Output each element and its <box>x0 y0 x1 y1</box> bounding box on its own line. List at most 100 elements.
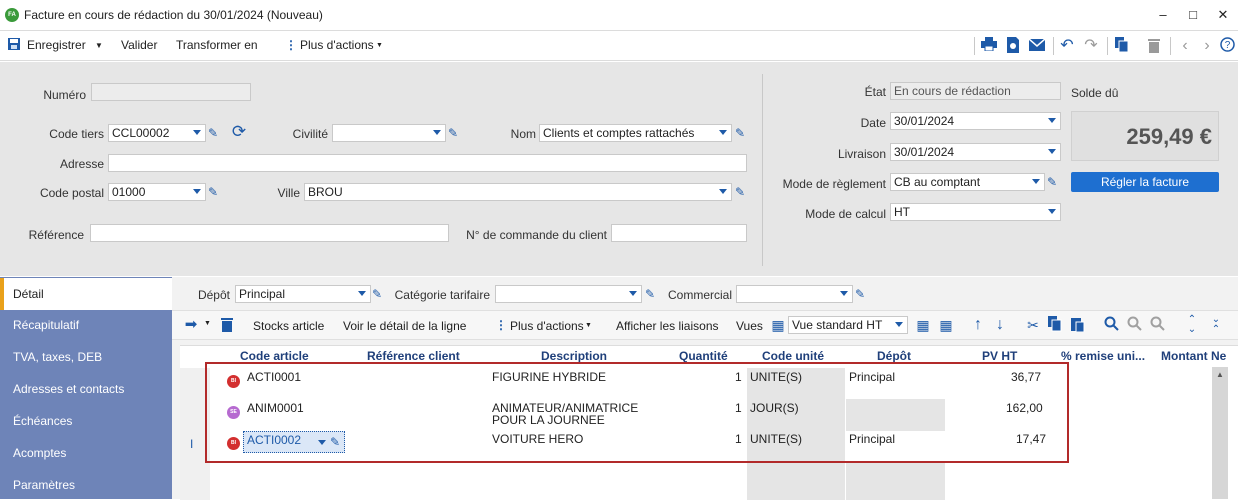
vue-select[interactable]: Vue standard HT <box>788 316 908 334</box>
refresh-icon[interactable]: ⟳ <box>230 123 248 141</box>
depot-cell[interactable]: Principal <box>849 370 895 384</box>
edit-icon[interactable]: ✎ <box>372 287 384 301</box>
code-article-editor[interactable]: ACTI0002 ✎ <box>243 431 345 453</box>
transform-button[interactable]: Transformer en <box>176 38 258 52</box>
paste-icon[interactable] <box>1069 316 1087 334</box>
preview-icon[interactable] <box>1004 37 1022 55</box>
afficher-liaisons-button[interactable]: Afficher les liaisons <box>616 319 719 333</box>
chevron-down-icon[interactable] <box>895 322 903 327</box>
edit-icon[interactable]: ✎ <box>735 185 747 199</box>
search-previous-icon[interactable] <box>1125 316 1143 334</box>
ville-field[interactable]: BROU <box>304 183 732 201</box>
previous-icon[interactable]: ‹ <box>1176 37 1194 55</box>
code-tiers-field[interactable]: CCL00002 <box>108 124 206 142</box>
edit-icon[interactable]: ✎ <box>330 435 342 449</box>
chevron-down-icon[interactable] <box>1032 179 1040 184</box>
chevron-down-icon[interactable] <box>719 130 727 135</box>
close-button[interactable]: ✕ <box>1211 6 1235 24</box>
sidebar-item-adresses[interactable]: Adresses et contacts <box>0 373 172 405</box>
trash-icon[interactable] <box>218 316 236 334</box>
chevron-down-icon[interactable] <box>193 189 201 194</box>
code-unite-cell[interactable]: UNITE(S) <box>750 432 802 446</box>
stocks-article-button[interactable]: Stocks article <box>253 319 324 333</box>
chevron-down-icon[interactable] <box>318 440 326 445</box>
save-button[interactable]: Enregistrer <box>27 38 86 52</box>
chevron-down-icon[interactable] <box>1048 118 1056 123</box>
categorie-field[interactable] <box>495 285 642 303</box>
edit-icon[interactable]: ✎ <box>645 287 657 301</box>
edit-icon[interactable]: ✎ <box>208 126 220 140</box>
search-icon[interactable] <box>1102 316 1120 334</box>
regler-facture-button[interactable]: Régler la facture <box>1071 172 1219 192</box>
edit-icon[interactable]: ✎ <box>735 126 747 140</box>
help-icon[interactable]: ? <box>1218 37 1236 55</box>
grid-scrollbar[interactable]: ▲ <box>1212 367 1228 499</box>
expand-icon[interactable]: ⌃ ⌄ <box>1183 315 1201 335</box>
column-header[interactable]: PV HT <box>982 349 1017 363</box>
calcul-field[interactable]: HT <box>890 203 1061 221</box>
more-dropdown-icon[interactable]: ▼ <box>376 42 383 49</box>
nom-field[interactable]: Clients et comptes rattachés <box>539 124 732 142</box>
description-cell[interactable]: FIGURINE HYBRIDE <box>492 370 606 384</box>
description-cell-line2[interactable]: POUR LA JOURNEE <box>492 413 605 427</box>
column-header[interactable]: Montant Ne <box>1161 349 1226 363</box>
column-header[interactable]: Code unité <box>762 349 824 363</box>
voir-detail-button[interactable]: Voir le détail de la ligne <box>343 319 466 333</box>
delete-icon[interactable] <box>1145 37 1163 55</box>
next-icon[interactable]: › <box>1198 37 1216 55</box>
cut-icon[interactable]: ✂ <box>1024 316 1042 334</box>
pv-ht-cell[interactable]: 36,77 <box>1011 370 1041 384</box>
move-up-icon[interactable]: ↑ <box>969 316 987 334</box>
chevron-down-icon[interactable] <box>1048 149 1056 154</box>
collapse-icon[interactable]: ⌄ ⌃ <box>1207 315 1225 335</box>
code-postal-field[interactable]: 01000 <box>108 183 206 201</box>
column-header[interactable]: Quantité <box>679 349 728 363</box>
chevron-down-icon[interactable] <box>719 189 727 194</box>
column-header[interactable]: Code article <box>240 349 309 363</box>
edit-icon[interactable]: ✎ <box>448 126 460 140</box>
code-unite-cell[interactable]: JOUR(S) <box>750 401 799 415</box>
chevron-down-icon[interactable] <box>840 291 848 296</box>
scroll-up-icon[interactable]: ▲ <box>1216 370 1224 379</box>
edit-icon[interactable]: ✎ <box>1047 175 1059 189</box>
duplicate-icon[interactable] <box>1113 37 1131 55</box>
livraison-field[interactable]: 30/01/2024 <box>890 143 1061 161</box>
sidebar-item-acomptes[interactable]: Acomptes <box>0 437 172 469</box>
edit-icon[interactable]: ✎ <box>208 185 220 199</box>
column-header[interactable]: Description <box>541 349 607 363</box>
depot-cell[interactable]: Principal <box>849 432 895 446</box>
print-icon[interactable] <box>980 37 998 55</box>
grid-more-actions-button[interactable]: Plus d'actions <box>510 319 584 333</box>
more-dropdown-icon[interactable]: ▼ <box>585 322 592 329</box>
sidebar-item-recapitulatif[interactable]: Récapitulatif <box>0 309 172 341</box>
quantite-cell[interactable]: 1 <box>735 370 742 384</box>
save-dropdown-icon[interactable]: ▼ <box>95 41 103 50</box>
redo-icon[interactable]: ↷ <box>1082 37 1100 55</box>
column-header[interactable]: Dépôt <box>877 349 911 363</box>
description-cell[interactable]: VOITURE HERO <box>492 432 583 446</box>
adresse-field[interactable] <box>108 154 747 172</box>
civilite-field[interactable] <box>332 124 446 142</box>
sidebar-item-echeances[interactable]: Échéances <box>0 405 172 437</box>
code-article-cell[interactable]: ACTI0001 <box>247 370 301 384</box>
insert-arrow-icon[interactable]: ➡ <box>182 316 200 334</box>
reference-field[interactable] <box>90 224 449 242</box>
commercial-field[interactable] <box>736 285 853 303</box>
columns-icon[interactable]: ▦ <box>914 316 932 334</box>
code-unite-cell[interactable]: UNITE(S) <box>750 370 802 384</box>
validate-button[interactable]: Valider <box>121 38 157 52</box>
undo-icon[interactable]: ↶ <box>1058 37 1076 55</box>
chevron-down-icon[interactable] <box>193 130 201 135</box>
search-next-icon[interactable] <box>1148 316 1166 334</box>
maximize-button[interactable]: □ <box>1181 6 1205 24</box>
column-header[interactable]: % remise uni... <box>1061 349 1145 363</box>
insert-dropdown-icon[interactable]: ▼ <box>204 320 211 327</box>
save-icon[interactable] <box>5 37 23 55</box>
sidebar-item-tva[interactable]: TVA, taxes, DEB <box>0 341 172 373</box>
pv-ht-cell[interactable]: 17,47 <box>1016 432 1046 446</box>
sidebar-item-parametres[interactable]: Paramètres <box>0 469 172 501</box>
date-field[interactable]: 30/01/2024 <box>890 112 1061 130</box>
quantite-cell[interactable]: 1 <box>735 401 742 415</box>
pv-ht-cell[interactable]: 162,00 <box>1006 401 1043 415</box>
chevron-down-icon[interactable] <box>1048 209 1056 214</box>
